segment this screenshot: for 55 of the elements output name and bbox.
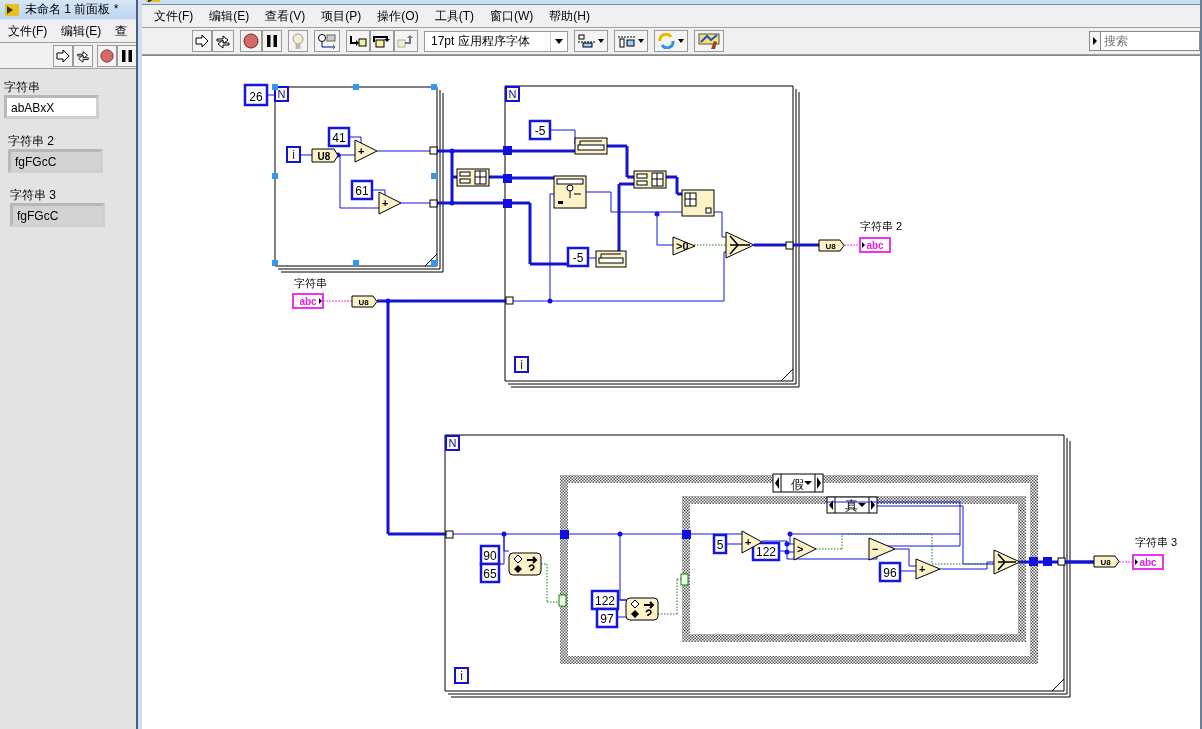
control-label: 字符串 bbox=[4, 79, 41, 95]
operator-node[interactable]: + bbox=[378, 191, 402, 215]
menu-item[interactable]: 文件(F) bbox=[146, 7, 202, 25]
string-control[interactable]: abABxX bbox=[4, 95, 99, 119]
numeric-constant[interactable]: 65 bbox=[479, 562, 501, 584]
menu-item[interactable]: 查看(V) bbox=[257, 7, 314, 25]
menu-item[interactable]: 文件(F) bbox=[8, 22, 48, 40]
iteration-terminal: i bbox=[514, 356, 529, 373]
conversion-node[interactable]: U8 bbox=[1093, 555, 1120, 568]
menu-item[interactable]: 编辑(E) bbox=[201, 7, 258, 25]
string-indicator-terminal[interactable]: abc bbox=[1132, 554, 1164, 570]
numeric-constant[interactable]: 122 bbox=[590, 589, 620, 611]
control-label: 字符串 2 bbox=[8, 133, 55, 149]
menu-item[interactable]: 工具(T) bbox=[426, 7, 482, 25]
loop-count-terminal: N bbox=[505, 86, 520, 102]
operator-node[interactable]: > bbox=[793, 537, 817, 561]
menu-item[interactable]: 操作(O) bbox=[369, 7, 427, 25]
string-indicator[interactable]: fgFGcC bbox=[8, 149, 103, 173]
numeric-constant[interactable]: 97 bbox=[595, 607, 619, 629]
numeric-constant[interactable]: 41 bbox=[327, 126, 351, 148]
operator-node[interactable]: + bbox=[354, 139, 378, 163]
menu-item[interactable]: 窗口(W) bbox=[482, 7, 542, 25]
string-indicator[interactable]: fgFGcC bbox=[10, 203, 105, 227]
numeric-constant[interactable]: -5 bbox=[528, 119, 552, 141]
operator-node[interactable]: + bbox=[915, 558, 941, 580]
loop-count-terminal: N bbox=[445, 435, 460, 451]
string-indicator-terminal[interactable]: abc bbox=[859, 237, 891, 253]
window-title: 未命名 1 前面板 * bbox=[25, 1, 119, 18]
conversion-node[interactable]: U8 bbox=[311, 148, 339, 163]
terminal-label: 字符串 3 bbox=[1135, 536, 1178, 548]
control-label: 字符串 3 bbox=[10, 187, 57, 203]
loop-count-terminal: N bbox=[274, 86, 289, 102]
numeric-constant[interactable]: 5 bbox=[712, 533, 728, 555]
numeric-constant[interactable]: 122 bbox=[751, 541, 781, 562]
terminal-label: 字符串 2 bbox=[860, 220, 903, 232]
numeric-constant[interactable]: 61 bbox=[350, 179, 374, 201]
numeric-constant[interactable]: 96 bbox=[878, 561, 902, 583]
numeric-constant[interactable]: -5 bbox=[566, 246, 590, 268]
string-control-terminal[interactable]: abc bbox=[292, 293, 324, 309]
conversion-node[interactable]: U8 bbox=[351, 295, 378, 308]
conversion-node[interactable]: U8 bbox=[818, 239, 845, 252]
menu-item[interactable]: 项目(P) bbox=[313, 7, 370, 25]
menu-item[interactable]: 编辑(E) bbox=[61, 22, 102, 40]
operator-node[interactable]: − bbox=[868, 537, 896, 561]
search-field[interactable]: 搜索 bbox=[1100, 31, 1200, 51]
iteration-terminal: i bbox=[454, 667, 469, 684]
operator-node[interactable]: >0 bbox=[672, 236, 696, 256]
terminal-label: 字符串 bbox=[294, 277, 327, 289]
menu-item[interactable]: 帮助(H) bbox=[541, 7, 598, 25]
case-selector[interactable]: 假 bbox=[772, 473, 824, 493]
iteration-terminal: i bbox=[286, 146, 301, 163]
font-dropdown[interactable]: 17pt 应用程序字体 bbox=[424, 30, 568, 52]
numeric-constant[interactable]: 26 bbox=[243, 83, 269, 107]
menu-item[interactable]: 查 bbox=[115, 22, 128, 40]
numeric-constant[interactable]: 90 bbox=[479, 544, 501, 566]
